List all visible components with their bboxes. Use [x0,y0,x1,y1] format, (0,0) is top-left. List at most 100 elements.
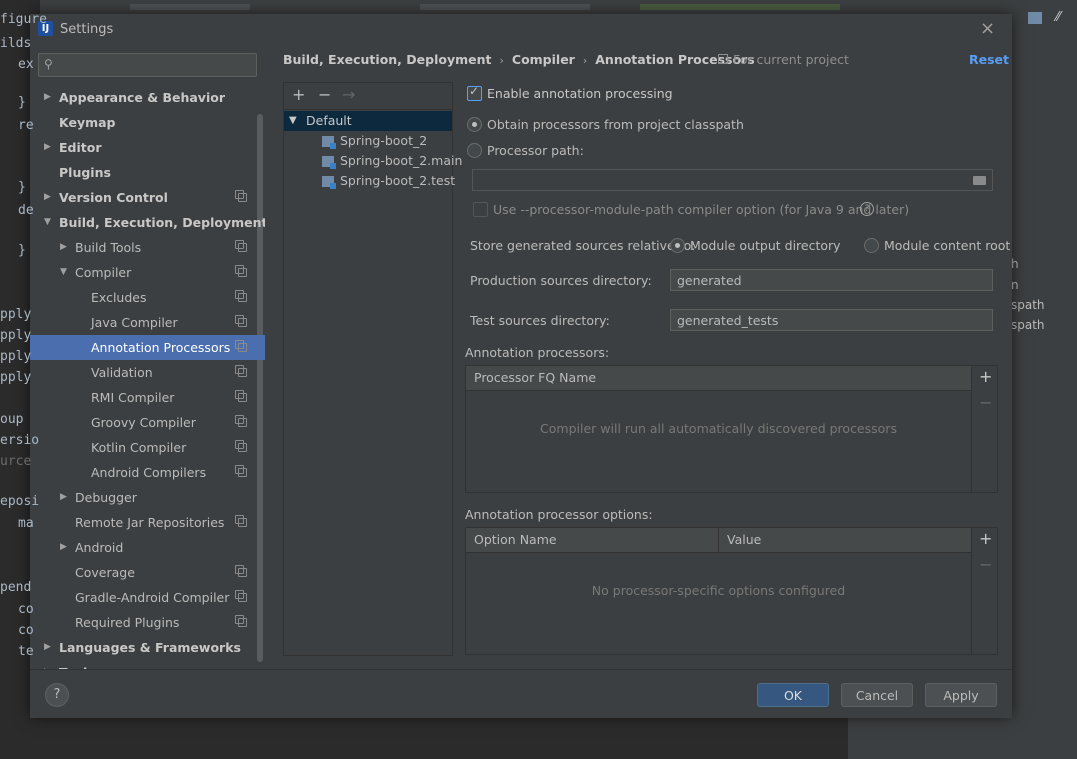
code-fragment: oup [0,412,24,427]
chevron-down-icon[interactable]: ▼ [60,260,67,285]
layout-icon[interactable] [1028,12,1042,24]
module-output-radio[interactable] [670,238,685,253]
enable-annotation-processing-label[interactable]: Enable annotation processing [487,86,673,101]
chevron-right-icon[interactable]: ▶ [60,535,67,560]
project-level-icon [235,190,247,202]
module-item[interactable]: Spring-boot_2 [284,131,452,151]
tree-item[interactable]: Annotation Processors [30,335,265,360]
close-icon[interactable]: × [980,18,995,39]
remove-option-button[interactable]: − [979,555,992,574]
tree-item[interactable]: Groovy Compiler [30,410,265,435]
tree-item[interactable]: ▼ Build, Execution, Deployment [30,210,265,235]
chevron-right-icon[interactable]: ▶ [44,135,51,160]
tree-item[interactable]: ▶ Debugger [30,485,265,510]
apply-button[interactable]: Apply [925,683,997,707]
chevron-right-icon[interactable]: ▶ [44,635,51,660]
add-profile-button[interactable]: + [292,85,305,104]
tree-item-label: Appearance & Behavior [59,90,225,105]
module-path-checkbox[interactable] [473,202,488,217]
tree-item[interactable]: ▶ Languages & Frameworks [30,635,265,660]
tree-item[interactable]: ▶ Tools [30,660,265,669]
obtain-from-classpath-label[interactable]: Obtain processors from project classpath [487,117,744,132]
enable-annotation-processing-checkbox[interactable] [467,84,482,101]
processor-path-field[interactable] [472,169,993,191]
project-level-icon [235,465,247,477]
tree-item[interactable]: ▼ Compiler [30,260,265,285]
code-fragment: pply [0,328,32,343]
add-processor-button[interactable]: + [979,367,992,386]
folder-icon[interactable] [973,176,986,185]
module-output-label[interactable]: Module output directory [690,238,841,253]
remove-processor-button[interactable]: − [979,393,992,412]
tree-item[interactable]: Coverage [30,560,265,585]
tree-item[interactable]: Validation [30,360,265,385]
module-item[interactable]: Spring-boot_2.main [284,151,462,171]
module-content-label[interactable]: Module content root [884,238,1010,253]
project-level-icon [235,240,247,252]
chevron-right-icon[interactable]: ▶ [60,485,67,510]
chevron-right-icon[interactable]: ▶ [44,185,51,210]
tree-item[interactable]: RMI Compiler [30,385,265,410]
tree-item[interactable]: ▶ Appearance & Behavior [30,85,265,110]
module-content-radio[interactable] [864,238,879,253]
tree-item[interactable]: Required Plugins [30,610,265,635]
chevron-right-icon[interactable]: ▶ [60,235,67,260]
tree-item-label: Editor [59,140,102,155]
tree-item[interactable]: Android Compilers [30,460,265,485]
code-fragment: co [18,602,34,617]
dialog-title: Settings [60,22,114,37]
code-fragment: re [18,118,34,133]
tree-item[interactable]: Remote Jar Repositories [30,510,265,535]
chevron-down-icon[interactable]: ▼ [44,210,51,235]
code-fragment: pend [0,580,32,595]
code-fragment: pply [0,349,32,364]
add-option-button[interactable]: + [979,529,992,548]
tree-item[interactable]: Kotlin Compiler [30,435,265,460]
tree-item-label: Remote Jar Repositories [75,515,225,530]
help-icon[interactable]: ? [860,202,874,216]
tree-item[interactable]: Plugins [30,160,265,185]
tree-item[interactable]: Keymap [30,110,265,135]
profile-list: + − → ▼ Default Spring-boot_2 Spring-boot… [283,82,462,656]
processor-path-radio[interactable] [467,143,482,158]
processor-path-label[interactable]: Processor path: [487,143,584,158]
column-header[interactable]: Processor FQ Name [466,366,971,390]
tree-item-label: Gradle-Android Compiler [75,590,230,605]
obtain-from-classpath-radio[interactable] [467,117,482,132]
module-icon [322,176,336,189]
tree-item-label: Groovy Compiler [91,415,196,430]
expand-arrow-icon[interactable]: ▼ [289,111,297,131]
breadcrumb-item[interactable]: Build, Execution, Deployment [283,52,491,67]
processor-options-table: Option Name Value No processor-specific … [465,527,998,655]
column-header-option-name[interactable]: Option Name [466,528,719,552]
search-input[interactable]: ⚲ [38,53,257,77]
code-fragment: figure [0,12,47,27]
chevron-right-icon[interactable]: ▶ [44,660,51,669]
module-path-label[interactable]: Use --processor-module-path compiler opt… [493,202,909,217]
toggle-icon[interactable]: ⁄⁄ [1056,10,1060,25]
profile-default[interactable]: ▼ Default [284,111,452,131]
remove-profile-button[interactable]: − [318,85,331,104]
dialog-titlebar: IJ Settings × [30,14,1012,44]
tree-item[interactable]: Java Compiler [30,310,265,335]
column-header-value[interactable]: Value [719,528,971,552]
tree-item[interactable]: ▶ Version Control [30,185,265,210]
tree-item[interactable]: Gradle-Android Compiler [30,585,265,610]
tree-item[interactable]: ▶ Android [30,535,265,560]
reset-link[interactable]: Reset [969,52,1009,67]
tree-item[interactable]: Excludes [30,285,265,310]
ok-button[interactable]: OK [757,683,829,707]
move-module-button[interactable]: → [342,85,355,104]
tree-item[interactable]: ▶ Build Tools [30,235,265,260]
dialog-footer: ? OK Cancel Apply [30,669,1012,718]
breadcrumb-item[interactable]: Compiler [512,52,575,67]
tree-item[interactable]: ▶ Editor [30,135,265,160]
cancel-button[interactable]: Cancel [841,683,913,707]
help-button[interactable]: ? [45,683,69,707]
chevron-right-icon[interactable]: ▶ [44,85,51,110]
code-fragment: ersio [0,433,40,448]
module-item[interactable]: Spring-boot_2.test [284,171,455,191]
tree-item-label: Languages & Frameworks [59,640,241,655]
production-dir-input[interactable]: generated [670,269,993,291]
test-dir-input[interactable]: generated_tests [670,309,993,331]
